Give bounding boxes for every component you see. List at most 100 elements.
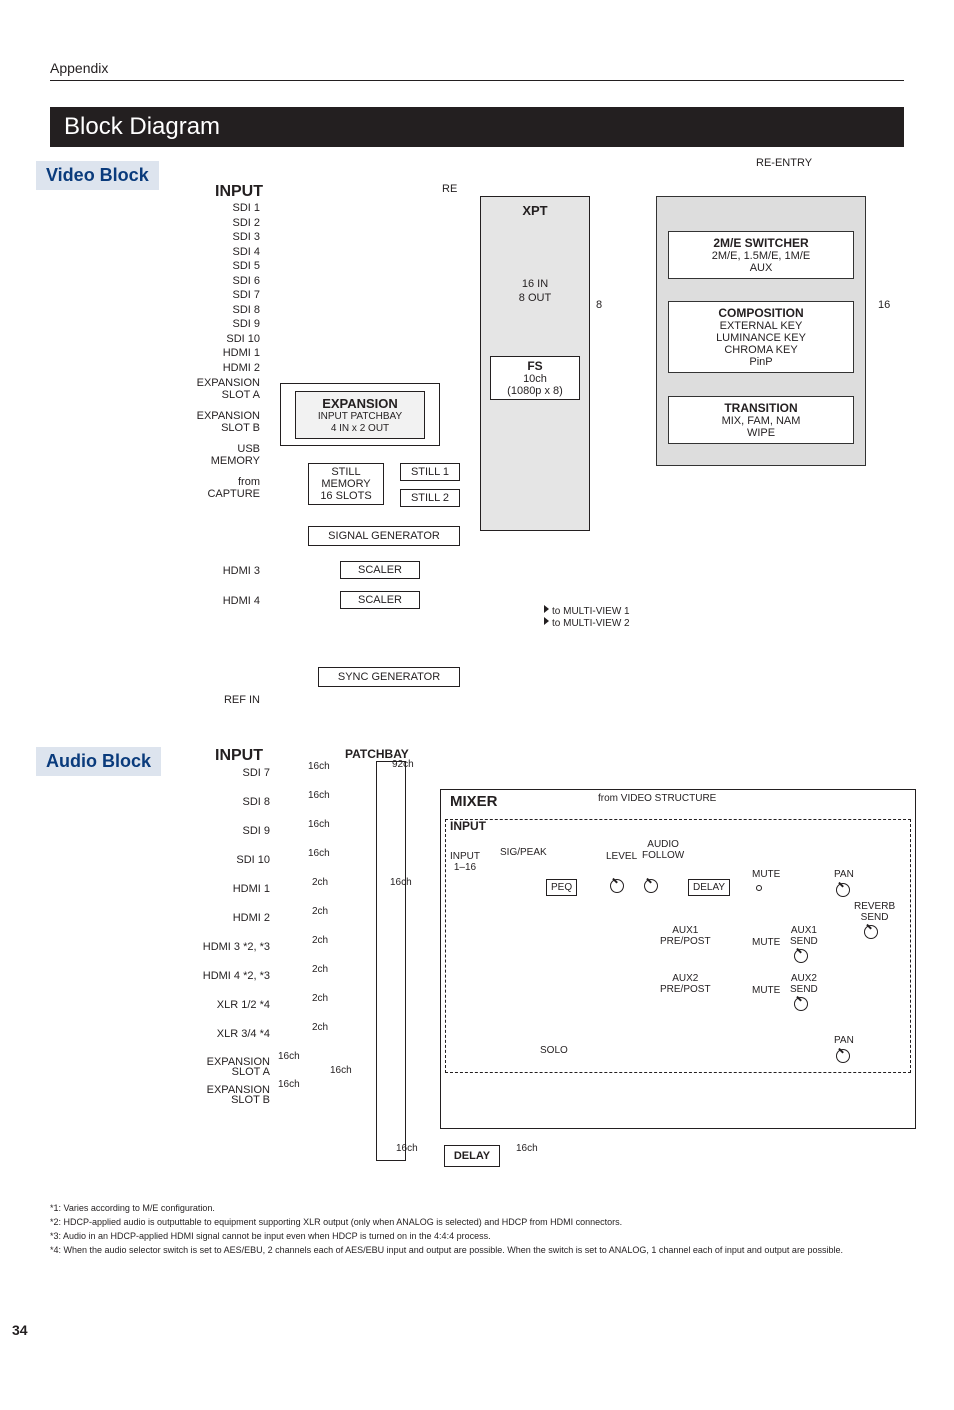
aux2-pre-label: AUX2 PRE/POST xyxy=(660,973,711,995)
still2-box: STILL 2 xyxy=(400,489,460,507)
audio-input-title: INPUT xyxy=(215,747,263,765)
input-hdmi2: HDMI 2 xyxy=(180,361,260,376)
switcher-box: 2M/E SWITCHER 2M/E, 1.5M/E, 1M/E AUX xyxy=(668,231,854,279)
arrow-right-icon xyxy=(544,617,549,625)
video-input-title: INPUT xyxy=(215,183,263,201)
footnote-2: *2: HDCP-applied audio is outputtable to… xyxy=(50,1215,904,1229)
delay-box: DELAY xyxy=(444,1145,500,1167)
follow-knob xyxy=(644,879,658,893)
ch-expa: 16ch xyxy=(278,1051,300,1062)
input-hdmi3: HDMI 3 xyxy=(200,565,260,577)
page-number: 34 xyxy=(12,1322,28,1338)
xpt-text: 16 IN8 OUT xyxy=(519,277,551,305)
aux1-pre-label: AUX1 PRE/POST xyxy=(660,925,711,947)
footnote-1: *1: Varies according to M/E configuratio… xyxy=(50,1201,904,1215)
delay-mixer-box: DELAY xyxy=(688,879,730,896)
ain-sdi9: SDI 9 xyxy=(180,825,270,854)
aux2-send-knob xyxy=(794,997,808,1011)
mute-switch xyxy=(756,885,762,891)
section-header: Appendix xyxy=(50,60,904,81)
video-input-labels: SDI 1 SDI 2 SDI 3 SDI 4 SDI 5 SDI 6 SDI … xyxy=(180,201,260,505)
input-refin: REF IN xyxy=(200,694,260,706)
input-sdi10: SDI 10 xyxy=(180,332,260,347)
arrow-right-icon xyxy=(544,605,549,613)
ain-hdmi2: HDMI 2 xyxy=(180,912,270,941)
footnote-3: *3: Audio in an HDCP-applied HDMI signal… xyxy=(50,1229,904,1243)
video-block-label: Video Block xyxy=(36,161,159,190)
pan2-knob xyxy=(836,1049,850,1063)
pan-knob xyxy=(836,883,850,897)
level-knob xyxy=(610,879,624,893)
ch-sdi9: 16ch xyxy=(308,819,330,830)
mute-label: MUTE xyxy=(752,869,780,880)
ch-xlr12: 2ch xyxy=(312,993,328,1004)
reverb-send-label: REVERB SEND xyxy=(854,901,895,923)
input-sdi3: SDI 3 xyxy=(180,230,260,245)
aux1-mute-label: MUTE xyxy=(752,937,780,948)
mixer-in-ch: 16ch xyxy=(390,877,412,888)
ain-expb: EXPANSIONSLOT B xyxy=(180,1085,270,1105)
pan-label: PAN xyxy=(834,869,854,880)
input-usb: USBMEMORY xyxy=(180,443,260,472)
re-label: RE xyxy=(440,183,459,195)
level-label: LEVEL xyxy=(606,851,637,862)
delay-out-ch: 16ch xyxy=(516,1143,538,1154)
peq-box: PEQ xyxy=(546,879,577,896)
from-video-structure: from VIDEO STRUCTURE xyxy=(598,793,716,804)
signal-generator-box: SIGNAL GENERATOR xyxy=(308,526,460,546)
input-hdmi1: HDMI 1 xyxy=(180,346,260,361)
delay-in-ch: 16ch xyxy=(396,1143,418,1154)
mixer-input-title: INPUT xyxy=(450,819,486,833)
sync-generator-box: SYNC GENERATOR xyxy=(318,667,460,687)
input-sdi6: SDI 6 xyxy=(180,274,260,289)
input-sdi1: SDI 1 xyxy=(180,201,260,216)
input-expslot-b: EXPANSIONSLOT B xyxy=(180,410,260,439)
count-8: 8 xyxy=(596,299,602,311)
ain-xlr34: XLR 3/4 *4 xyxy=(180,1028,270,1057)
expansion-box: EXPANSION INPUT PATCHBAY 4 IN x 2 OUT xyxy=(295,391,425,439)
aux2-send-label: AUX2 SEND xyxy=(790,973,818,995)
input-sdi2: SDI 2 xyxy=(180,216,260,231)
aux1-send-knob xyxy=(794,949,808,963)
ch-sdi7: 16ch xyxy=(308,761,330,772)
ain-xlr12: XLR 1/2 *4 xyxy=(180,999,270,1028)
video-block: Video Block INPUT SDI 1 SDI 2 SDI 3 SDI … xyxy=(50,161,904,741)
patchbay-box xyxy=(376,761,406,1161)
input-hdmi4: HDMI 4 xyxy=(200,595,260,607)
aux1-send-label: AUX1 SEND xyxy=(790,925,818,947)
ain-sdi8: SDI 8 xyxy=(180,796,270,825)
ch-hdmi3: 2ch xyxy=(312,935,328,946)
ain-sdi7: SDI 7 xyxy=(180,767,270,796)
scaler1-box: SCALER xyxy=(340,561,420,579)
input-sdi8: SDI 8 xyxy=(180,303,260,318)
reverb-send-knob xyxy=(864,925,878,939)
reentry-label: RE-ENTRY xyxy=(756,157,812,169)
ain-expa: EXPANSIONSLOT A xyxy=(180,1057,270,1077)
ain-hdmi1: HDMI 1 xyxy=(180,883,270,912)
input-sdi4: SDI 4 xyxy=(180,245,260,260)
page-title: Block Diagram xyxy=(50,107,904,147)
audio-input-labels: SDI 7 SDI 8 SDI 9 SDI 10 HDMI 1 HDMI 2 H… xyxy=(180,767,270,1105)
footnote-4: *4: When the audio selector switch is se… xyxy=(50,1243,904,1257)
aux2-mute-label: MUTE xyxy=(752,985,780,996)
ain-hdmi3: HDMI 3 *2, *3 xyxy=(180,941,270,970)
ch-sdi8: 16ch xyxy=(308,790,330,801)
ain-hdmi4: HDMI 4 *2, *3 xyxy=(180,970,270,999)
ch-hdmi2: 2ch xyxy=(312,906,328,917)
sigpeak-label: SIG/PEAK xyxy=(500,847,547,858)
ch-xlr34: 2ch xyxy=(312,1022,328,1033)
ch-sdi10: 16ch xyxy=(308,848,330,859)
pan2-label: PAN xyxy=(834,1035,854,1046)
ch-expb: 16ch xyxy=(278,1079,300,1090)
still-memory-box: STILL MEMORY 16 SLOTS xyxy=(308,463,384,505)
count-16: 16 xyxy=(878,299,890,311)
input-capture: fromCAPTURE xyxy=(180,476,260,505)
solo-label: SOLO xyxy=(540,1045,568,1056)
scaler2-box: SCALER xyxy=(340,591,420,609)
footnotes: *1: Varies according to M/E configuratio… xyxy=(50,1201,904,1257)
transition-box: TRANSITION MIX, FAM, NAM WIPE xyxy=(668,396,854,444)
audio-follow-label: AUDIO FOLLOW xyxy=(642,839,684,861)
multiview-labels: to MULTI-VIEW 1 to MULTI-VIEW 2 xyxy=(544,605,630,629)
still1-box: STILL 1 xyxy=(400,463,460,481)
xpt-title: XPT xyxy=(522,203,547,218)
